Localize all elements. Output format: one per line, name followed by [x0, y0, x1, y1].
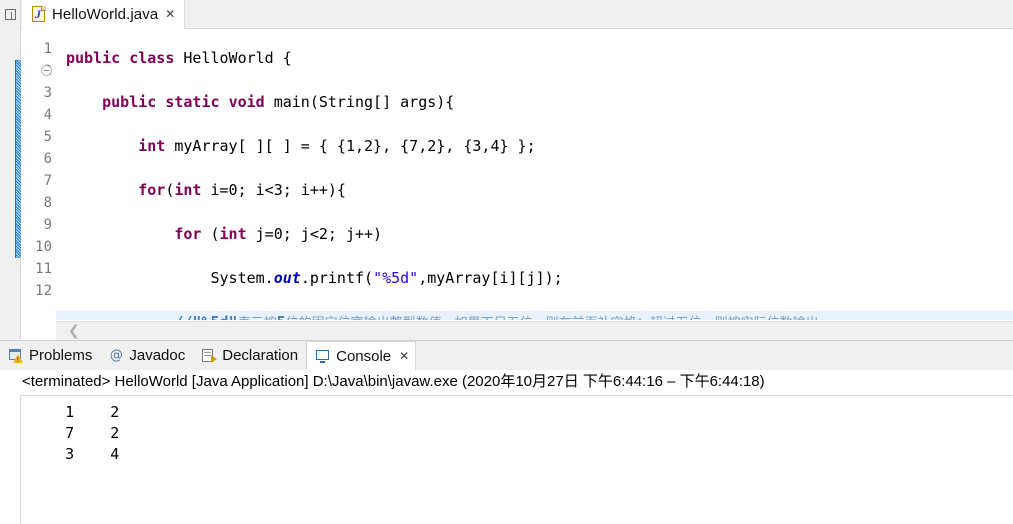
close-icon[interactable]: ✕ [399, 349, 409, 363]
code-line[interactable]: public class HelloWorld { [56, 47, 1013, 69]
view-tab-console[interactable]: Console ✕ [306, 341, 417, 370]
line-number: 12 [35, 283, 52, 299]
code-line[interactable]: System.out.printf("%5d",myArray[i][j]); [56, 267, 1013, 289]
javadoc-icon: @ [109, 347, 123, 363]
line-number: 3 [43, 85, 52, 101]
code-token-plain: main(String[] args){ [264, 93, 455, 111]
code-token-plain: HelloWorld { [174, 49, 292, 67]
code-line[interactable]: //"%5d"表示按5位的固定位宽输出整型数值。如果不足五位，则在前面补空格；超… [56, 311, 1013, 320]
code-token-fld: out [273, 269, 301, 287]
line-number: 8 [43, 195, 52, 211]
editor-horizontal-scrollbar[interactable]: ❮ [56, 321, 1013, 340]
console-output-line: 3 4 [29, 445, 120, 463]
view-tab-label: Console [336, 347, 392, 365]
code-token-kw: public [66, 49, 121, 67]
console-status-line: <terminated> HelloWorld [Java Applicatio… [0, 370, 1013, 394]
code-line[interactable]: public static void main(String[] args){ [56, 91, 1013, 113]
editor-tab-label: HelloWorld.java [52, 5, 159, 23]
line-number: 6 [43, 151, 52, 167]
code-token-kw: public [102, 93, 157, 111]
code-token-cmt-cn: 表示按 [238, 316, 277, 320]
code-token-plain: ,myArray[i][j]); [418, 269, 563, 287]
console-output-line: 7 2 [29, 424, 120, 442]
code-token-kw: for [138, 181, 166, 199]
line-number: 10 [35, 239, 52, 255]
code-editor: 123456789101112 public class HelloWorld … [0, 29, 1013, 340]
scroll-left-icon[interactable]: ❮ [68, 324, 80, 339]
code-line[interactable]: for(int i=0; i<3; i++){ [56, 179, 1013, 201]
code-line[interactable]: for (int j=0; j<2; j++) [56, 223, 1013, 245]
code-token-kw: void [228, 93, 265, 111]
line-number: 4 [43, 107, 52, 123]
code-token-plain: i=0; i<3; i++){ [201, 181, 346, 199]
code-token-kw: int [174, 181, 202, 199]
line-number-ruler: 123456789101112 [22, 29, 56, 340]
restore-view-button[interactable] [0, 0, 21, 29]
code-token-plain: j=0; j<2; j++) [246, 225, 383, 243]
code-token-str: "%5d" [373, 269, 419, 287]
bottom-view-panel: Problems @ Javadoc Declaration Console ✕ <ter… [0, 340, 1013, 524]
code-text-area[interactable]: public class HelloWorld { public static … [56, 29, 1013, 320]
line-number: 5 [43, 129, 52, 145]
view-tab-declaration[interactable]: Declaration [193, 341, 306, 370]
console-output[interactable]: 1 2 7 2 3 4 [20, 395, 1013, 524]
code-token-kw: int [138, 137, 166, 155]
code-token-kw: for [174, 225, 202, 243]
fold-collapse-icon[interactable] [41, 65, 52, 76]
code-token-cmt-b: //"%5d" [174, 313, 237, 320]
view-tab-label: Declaration [222, 347, 299, 364]
line-number: 7 [43, 173, 52, 189]
console-output-line: 1 2 [29, 403, 120, 421]
console-icon [315, 348, 331, 364]
code-token-kw: class [129, 49, 175, 67]
code-line[interactable]: int myArray[ ][ ] = { {1,2}, {7,2}, {3,4… [56, 135, 1013, 157]
editor-tab-helloworld[interactable]: J HelloWorld.java ✕ [22, 0, 186, 29]
console-left-gutter [0, 395, 20, 524]
code-token-kw: static [165, 93, 220, 111]
problems-icon [8, 348, 24, 364]
view-tab-label: Javadoc [129, 347, 186, 364]
line-number: 9 [43, 217, 52, 233]
editor-tab-bar: J HelloWorld.java ✕ [0, 0, 1013, 29]
java-file-icon: J [32, 6, 47, 22]
close-icon[interactable]: ✕ [165, 8, 175, 20]
restore-view-icon [4, 9, 16, 20]
code-token-plain: .printf( [300, 269, 374, 287]
view-tab-javadoc[interactable]: @ Javadoc [100, 341, 193, 370]
view-tab-problems[interactable]: Problems [0, 341, 100, 370]
code-token-kw: int [219, 225, 247, 243]
code-token-cmt-b: 5 [277, 313, 286, 320]
view-tab-bar: Problems @ Javadoc Declaration Console ✕ [0, 340, 1013, 370]
code-token-cmt-cn: 位的固定位宽输出整型数值。如果不足五位，则在前面补空格；超过五位，则按实际位数输… [286, 316, 819, 320]
code-token-plain: ( [201, 225, 220, 243]
view-tab-label: Problems [29, 347, 93, 364]
code-token-plain: myArray[ ][ ] = { {1,2}, {7,2}, {3,4} }; [165, 137, 536, 155]
declaration-icon [201, 348, 218, 364]
code-token-plain: System. [66, 269, 274, 287]
line-number: 11 [35, 261, 52, 277]
line-number: 1 [43, 41, 52, 57]
